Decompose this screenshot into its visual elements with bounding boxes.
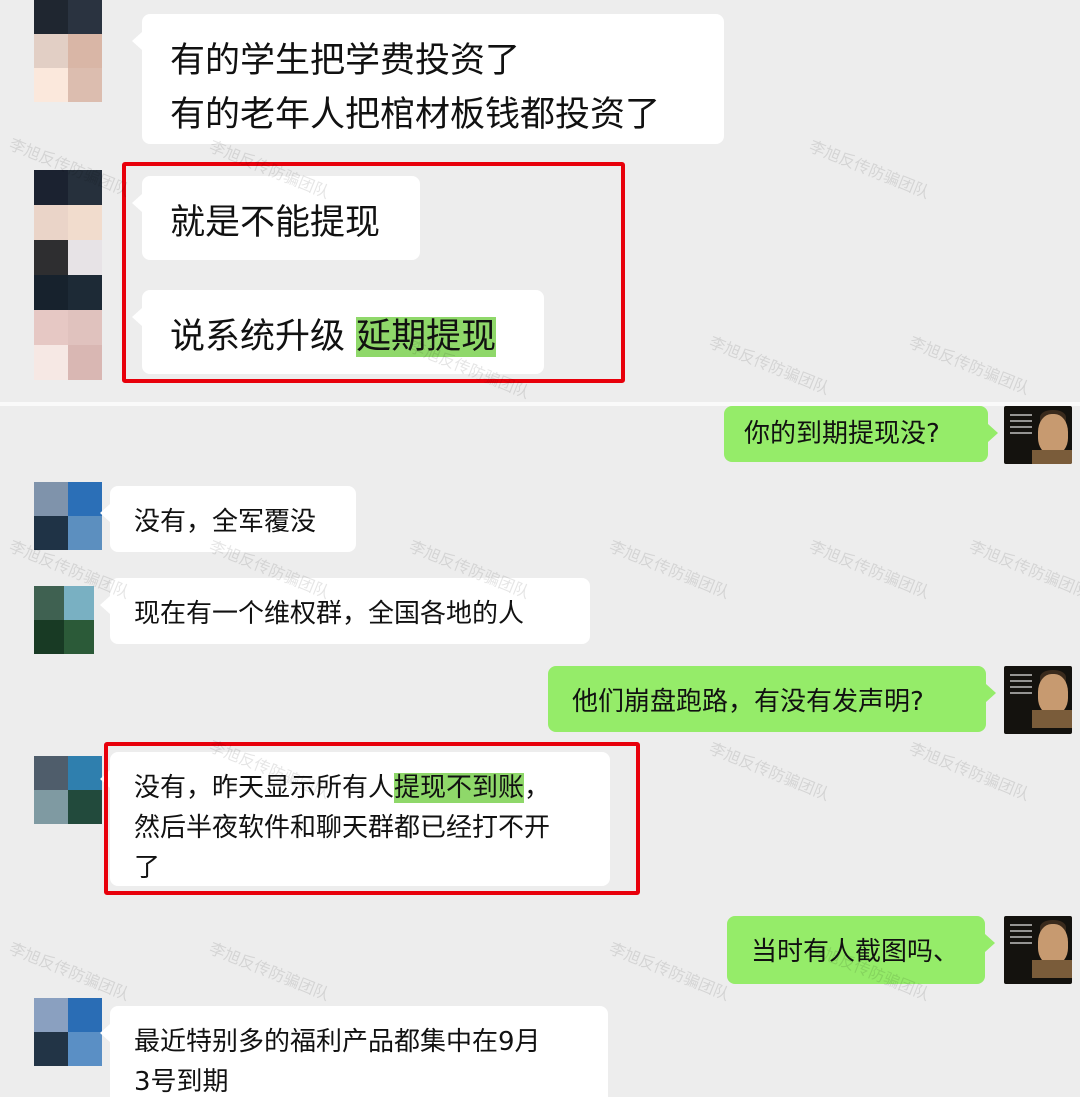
- watermark-text: 李旭反传防骗团队: [706, 332, 833, 399]
- watermark-text: 李旭反传防骗团队: [206, 938, 333, 1005]
- chat-panel-bottom: 你的到期提现没? 没有，全军覆没 现在有一个维权群，全国各地的人 他们崩盘跑路，…: [0, 406, 1080, 1097]
- pixelated-avatar[interactable]: [34, 0, 102, 102]
- watermark-text: 李旭反传防骗团队: [966, 536, 1080, 603]
- user-photo-avatar[interactable]: [1004, 916, 1072, 984]
- avatar-face: [1038, 414, 1068, 454]
- avatar-body: [1032, 960, 1072, 978]
- message-text: 最近特别多的福利产品都集中在9月 3号到期: [134, 1027, 541, 1097]
- message-text: 现在有一个维权群，全国各地的人: [134, 599, 525, 629]
- pixelated-avatar[interactable]: [34, 170, 102, 380]
- pixelated-avatar[interactable]: [34, 998, 102, 1066]
- message-bubble[interactable]: 有的学生把学费投资了 有的老年人把棺材板钱都投资了: [132, 14, 724, 144]
- watermark-text: 李旭反传防骗团队: [806, 536, 933, 603]
- watermark-text: 李旭反传防骗团队: [606, 536, 733, 603]
- annotation-highlight-box: [104, 742, 640, 895]
- avatar-face: [1038, 924, 1068, 964]
- message-bubble-outgoing[interactable]: 你的到期提现没?: [724, 406, 998, 462]
- message-text: 有的学生把学费投资了 有的老年人把棺材板钱都投资了: [170, 41, 661, 135]
- watermark-text: 李旭反传防骗团队: [706, 738, 833, 805]
- watermark-text: 李旭反传防骗团队: [806, 136, 933, 203]
- message-bubble-outgoing[interactable]: 他们崩盘跑路，有没有发声明?: [548, 666, 996, 732]
- message-bubble[interactable]: 最近特别多的福利产品都集中在9月 3号到期: [100, 1006, 608, 1097]
- message-text: 他们崩盘跑路，有没有发声明?: [572, 687, 924, 717]
- avatar-body: [1032, 450, 1072, 464]
- message-bubble-outgoing[interactable]: 当时有人截图吗、: [727, 916, 995, 984]
- message-bubble[interactable]: 现在有一个维权群，全国各地的人: [100, 578, 590, 644]
- pixelated-avatar[interactable]: [34, 482, 102, 550]
- watermark-text: 李旭反传防骗团队: [906, 738, 1033, 805]
- pixelated-avatar[interactable]: [34, 586, 94, 654]
- pixelated-avatar[interactable]: [34, 756, 102, 824]
- chat-panel-top: 有的学生把学费投资了 有的老年人把棺材板钱都投资了 就是不能提现 说系统升级 延…: [0, 0, 1080, 402]
- avatar-body: [1032, 710, 1072, 728]
- avatar-face: [1038, 674, 1068, 714]
- avatar-text-lines: [1010, 414, 1032, 438]
- watermark-text: 李旭反传防骗团队: [606, 938, 733, 1005]
- avatar-text-lines: [1010, 674, 1032, 698]
- message-text: 没有，全军覆没: [134, 507, 317, 537]
- message-text: 当时有人截图吗、: [751, 937, 960, 967]
- watermark-text: 李旭反传防骗团队: [906, 332, 1033, 399]
- annotation-highlight-box: [122, 162, 625, 383]
- watermark-text: 李旭反传防骗团队: [6, 938, 133, 1005]
- message-text: 你的到期提现没?: [744, 419, 940, 449]
- avatar-text-lines: [1010, 924, 1032, 948]
- message-bubble[interactable]: 没有，全军覆没: [100, 486, 356, 552]
- user-photo-avatar[interactable]: [1004, 666, 1072, 734]
- user-photo-avatar[interactable]: [1004, 406, 1072, 464]
